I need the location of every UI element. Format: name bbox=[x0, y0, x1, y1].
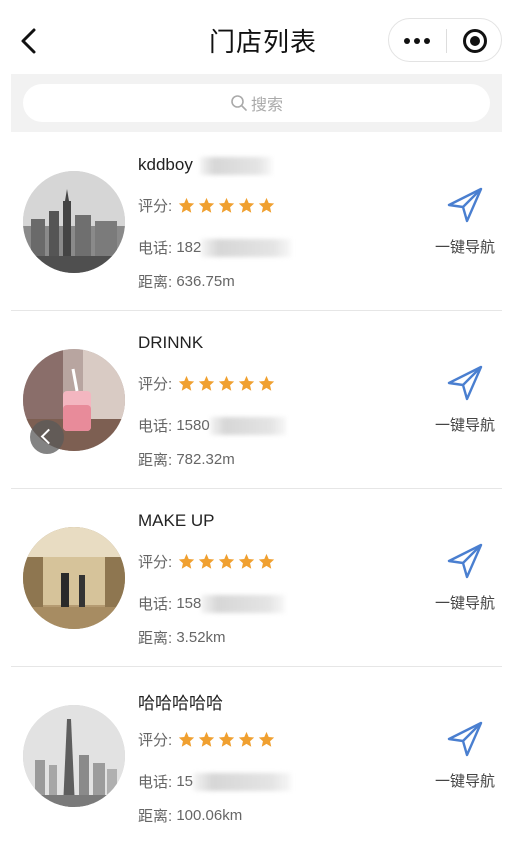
distance-row: 距离: 3.52km bbox=[138, 627, 226, 648]
store-name: kddboy bbox=[138, 155, 193, 174]
search-icon bbox=[231, 95, 247, 111]
store-name: 哈哈哈哈哈 bbox=[138, 694, 223, 713]
distance-value: 3.52km bbox=[176, 629, 226, 646]
store-list-item[interactable]: kddboy 评分: 电话: 182 距离: 636.75m 一键导航 bbox=[0, 133, 526, 311]
search-input[interactable]: 搜索 bbox=[23, 84, 490, 122]
star-icon bbox=[259, 375, 275, 391]
star-icon bbox=[239, 375, 255, 391]
navigation-arrow-icon bbox=[447, 365, 483, 401]
rating-row: 评分: bbox=[138, 551, 275, 572]
store-name: MAKE UP bbox=[138, 511, 215, 530]
star-icon bbox=[199, 375, 215, 391]
star-icon bbox=[219, 731, 235, 747]
star-icon bbox=[239, 553, 255, 569]
rating-stars bbox=[178, 375, 275, 392]
phone-label: 电话: bbox=[138, 774, 173, 791]
star-icon bbox=[239, 731, 255, 747]
phone-number: 1580 bbox=[176, 417, 210, 434]
distance-value: 100.06km bbox=[176, 807, 243, 824]
store-avatar bbox=[23, 171, 125, 273]
phone-row: 电话: 1580 bbox=[138, 415, 286, 436]
rating-stars bbox=[178, 731, 275, 748]
search-bar: 搜索 bbox=[11, 74, 502, 132]
navigate-button[interactable]: 一键导航 bbox=[430, 719, 500, 791]
redacted-blur bbox=[193, 772, 292, 791]
redacted-blur bbox=[201, 238, 292, 257]
navigate-label: 一键导航 bbox=[434, 595, 495, 612]
star-icon bbox=[219, 375, 235, 391]
star-icon bbox=[179, 553, 195, 569]
star-icon bbox=[259, 197, 275, 213]
close-mini-program-button[interactable] bbox=[463, 29, 487, 53]
rating-row: 评分: bbox=[138, 373, 275, 394]
navigate-label: 一键导航 bbox=[434, 773, 495, 790]
distance-row: 距离: 100.06km bbox=[138, 805, 242, 826]
phone-row: 电话: 158 bbox=[138, 593, 286, 614]
rating-row: 评分: bbox=[138, 729, 275, 750]
phone-row: 电话: 15 bbox=[138, 771, 292, 792]
dot-icon bbox=[404, 38, 410, 44]
star-icon bbox=[199, 553, 215, 569]
star-icon bbox=[239, 197, 255, 213]
phone-label: 电话: bbox=[138, 240, 173, 257]
phone-label: 电话: bbox=[138, 596, 173, 613]
star-icon bbox=[219, 553, 235, 569]
distance-row: 距离: 636.75m bbox=[138, 271, 235, 292]
phone-number: 182 bbox=[176, 239, 202, 256]
star-icon bbox=[199, 197, 215, 213]
dot-icon bbox=[414, 38, 420, 44]
rating-stars bbox=[178, 553, 275, 570]
phone-number: 15 bbox=[176, 773, 194, 790]
capsule-divider bbox=[446, 29, 447, 53]
store-list-item[interactable]: 哈哈哈哈哈 评分: 电话: 15 距离: 100.06km 一键导航 bbox=[0, 667, 526, 845]
phone-label: 电话: bbox=[138, 418, 173, 435]
navigation-arrow-icon bbox=[447, 721, 483, 757]
rating-stars bbox=[178, 197, 275, 214]
navigate-button[interactable]: 一键导航 bbox=[430, 363, 500, 435]
redacted-blur bbox=[200, 157, 272, 175]
store-name: DRINNK bbox=[138, 333, 204, 352]
search-placeholder: 搜索 bbox=[250, 97, 283, 114]
more-menu-button[interactable] bbox=[389, 19, 445, 63]
navigation-arrow-icon bbox=[447, 543, 483, 579]
dot-icon bbox=[424, 38, 430, 44]
star-icon bbox=[199, 731, 215, 747]
navigate-label: 一键导航 bbox=[434, 239, 495, 256]
navigate-button[interactable]: 一键导航 bbox=[430, 185, 500, 257]
store-avatar bbox=[23, 705, 125, 807]
navigation-arrow-icon bbox=[447, 187, 483, 223]
star-icon bbox=[259, 553, 275, 569]
rating-label: 评分: bbox=[138, 732, 173, 749]
rating-label: 评分: bbox=[138, 376, 173, 393]
distance-label: 距离: bbox=[138, 452, 173, 469]
store-avatar bbox=[23, 527, 125, 629]
distance-row: 距离: 782.32m bbox=[138, 449, 235, 470]
floating-back-button[interactable] bbox=[30, 420, 64, 454]
star-icon bbox=[179, 197, 195, 213]
store-list-item[interactable]: DRINNK 评分: 电话: 1580 距离: 782.32m 一键导航 bbox=[0, 311, 526, 489]
phone-number: 158 bbox=[176, 595, 202, 612]
star-icon bbox=[219, 197, 235, 213]
distance-value: 782.32m bbox=[176, 451, 235, 468]
distance-label: 距离: bbox=[138, 808, 173, 825]
distance-value: 636.75m bbox=[176, 273, 235, 290]
mini-program-capsule bbox=[388, 18, 502, 62]
distance-label: 距离: bbox=[138, 630, 173, 647]
rating-label: 评分: bbox=[138, 554, 173, 571]
store-list-item[interactable]: MAKE UP 评分: 电话: 158 距离: 3.52km 一键导航 bbox=[0, 489, 526, 667]
star-icon bbox=[259, 731, 275, 747]
redacted-blur bbox=[209, 416, 286, 435]
star-icon bbox=[179, 375, 195, 391]
navigate-button[interactable]: 一键导航 bbox=[430, 541, 500, 613]
redacted-blur bbox=[201, 594, 286, 613]
navigate-label: 一键导航 bbox=[434, 417, 495, 434]
rating-row: 评分: bbox=[138, 195, 275, 216]
phone-row: 电话: 182 bbox=[138, 237, 292, 258]
rating-label: 评分: bbox=[138, 198, 173, 215]
nav-header: 门店列表 bbox=[0, 0, 526, 74]
star-icon bbox=[179, 731, 195, 747]
distance-label: 距离: bbox=[138, 274, 173, 291]
